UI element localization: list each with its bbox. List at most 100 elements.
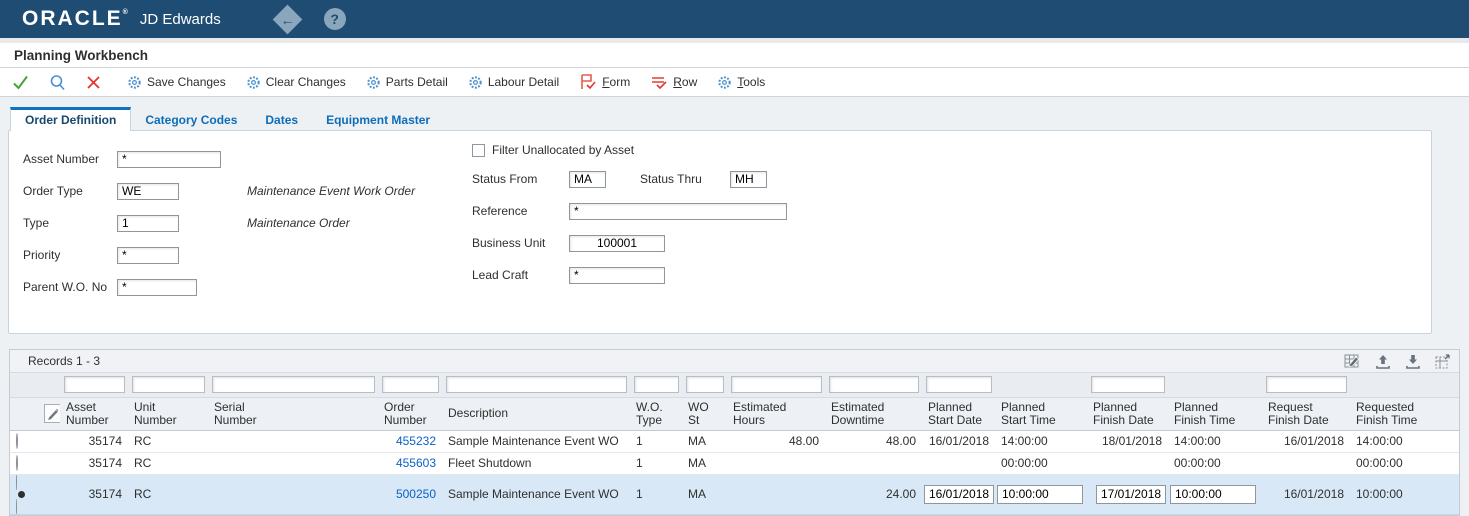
col-wo-st[interactable]: WO St [682, 397, 727, 430]
type-description: Maintenance Order [247, 216, 350, 230]
row-menu[interactable]: Row [644, 74, 703, 90]
col-asset-number[interactable]: Asset Number [60, 397, 128, 430]
parts-detail-button[interactable]: Parts Detail [360, 75, 454, 90]
status-from-field[interactable] [569, 171, 606, 188]
cancel-button[interactable] [80, 75, 107, 90]
tab-dates[interactable]: Dates [251, 109, 312, 131]
tab-order-definition[interactable]: Order Definition [10, 107, 131, 131]
col-request-finish-date[interactable]: Request Finish Date [1262, 397, 1350, 430]
cell-planned-start-date [922, 452, 995, 474]
customize-grid-icon [1344, 354, 1361, 369]
qbe-planned-start-date[interactable] [926, 376, 992, 393]
col-wo-type[interactable]: W.O. Type [630, 397, 682, 430]
col-planned-finish-date[interactable]: Planned Finish Date [1087, 397, 1168, 430]
col-estimated-downtime[interactable]: Estimated Downtime [825, 397, 922, 430]
col-planned-start-time[interactable]: Planned Start Time [995, 397, 1087, 430]
cell-description: Fleet Shutdown [442, 452, 630, 474]
expand-grid-button[interactable] [1435, 354, 1451, 369]
status-from-label: Status From [464, 172, 569, 186]
tab-category-codes[interactable]: Category Codes [131, 109, 251, 131]
planned-start-time-input[interactable] [997, 485, 1083, 504]
lead-craft-field[interactable] [569, 267, 665, 284]
cell-requested-finish-time: 00:00:00 [1350, 452, 1459, 474]
qbe-request-finish-date[interactable] [1266, 376, 1347, 393]
reference-field[interactable] [569, 203, 787, 220]
business-unit-field[interactable] [569, 235, 665, 252]
col-requested-finish-time[interactable]: Requested Finish Time [1350, 397, 1459, 430]
order-number-link[interactable]: 500250 [396, 487, 436, 501]
order-number-link[interactable]: 455232 [396, 434, 436, 448]
qbe-order-number[interactable] [382, 376, 439, 393]
row-select-radio[interactable] [16, 455, 18, 471]
cell-estimated-downtime [825, 452, 922, 474]
form-right-column: Filter Unallocated by Asset Status From … [464, 137, 787, 291]
cell-planned-start-time: 00:00:00 [995, 452, 1087, 474]
qbe-serial-number[interactable] [212, 376, 375, 393]
col-unit-number[interactable]: Unit Number [128, 397, 208, 430]
cell-description: Sample Maintenance Event WO [442, 430, 630, 452]
status-thru-field[interactable] [730, 171, 767, 188]
help-icon[interactable]: ? [324, 8, 346, 30]
cell-requested-finish-time: 10:00:00 [1350, 474, 1459, 514]
col-serial-number[interactable]: Serial Number [208, 397, 378, 430]
priority-field[interactable] [117, 247, 179, 264]
order-type-label: Order Type [9, 184, 117, 198]
col-planned-finish-time[interactable]: Planned Finish Time [1168, 397, 1262, 430]
row-select-radio[interactable] [16, 433, 18, 449]
import-grid-button[interactable] [1405, 354, 1421, 369]
col-estimated-hours[interactable]: Estimated Hours [727, 397, 825, 430]
planned-finish-date-input[interactable] [1096, 485, 1166, 504]
filter-unallocated-checkbox[interactable] [472, 144, 485, 157]
save-changes-button[interactable]: Save Changes [121, 75, 232, 90]
parent-wo-no-label: Parent W.O. No [9, 280, 117, 294]
row-menu-icon [650, 74, 668, 90]
form-menu[interactable]: Form [573, 74, 636, 90]
row-select-radio[interactable] [16, 474, 32, 514]
back-navigation-icon[interactable]: ← [272, 4, 302, 34]
type-field[interactable] [117, 215, 179, 232]
table-row-selected: 35174 RC 500250 Sample Maintenance Event… [10, 474, 1459, 514]
gear-icon [366, 75, 381, 90]
qbe-estimated-hours[interactable] [731, 376, 822, 393]
asset-number-field[interactable] [117, 151, 221, 168]
search-icon [49, 74, 66, 91]
cell-wo-st: MA [682, 430, 727, 452]
col-description[interactable]: Description [442, 397, 630, 430]
cell-planned-finish-time: 14:00:00 [1168, 430, 1262, 452]
tab-bar: Order Definition Category Codes Dates Eq… [10, 110, 1469, 131]
customize-grid-button[interactable] [1344, 354, 1361, 369]
qbe-estimated-downtime[interactable] [829, 376, 919, 393]
order-number-link[interactable]: 455603 [396, 456, 436, 470]
cell-estimated-hours [727, 452, 825, 474]
qbe-planned-finish-date[interactable] [1091, 376, 1165, 393]
export-icon [1375, 354, 1391, 369]
order-type-field[interactable] [117, 183, 179, 200]
planned-start-date-input[interactable] [924, 485, 994, 504]
tools-menu[interactable]: Tools [711, 75, 771, 90]
qbe-asset-number[interactable] [64, 376, 125, 393]
qbe-wo-st[interactable] [686, 376, 724, 393]
top-banner: ORACLE® JD Edwards ← ? [0, 0, 1469, 38]
check-icon [12, 74, 29, 91]
status-thru-label: Status Thru [640, 172, 730, 186]
export-grid-button[interactable] [1375, 354, 1391, 369]
ok-button[interactable] [6, 74, 35, 91]
cell-wo-st: MA [682, 474, 727, 514]
cell-wo-type: 1 [630, 452, 682, 474]
order-type-description: Maintenance Event Work Order [247, 184, 415, 198]
planned-finish-time-input[interactable] [1170, 485, 1256, 504]
col-order-number[interactable]: Order Number [378, 397, 442, 430]
tab-equipment-master[interactable]: Equipment Master [312, 109, 444, 131]
qbe-description[interactable] [446, 376, 627, 393]
business-unit-label: Business Unit [464, 236, 569, 250]
qbe-filter-row [10, 373, 1459, 397]
col-planned-start-date[interactable]: Planned Start Date [922, 397, 995, 430]
qbe-wo-type[interactable] [634, 376, 679, 393]
cell-estimated-hours: 48.00 [727, 430, 825, 452]
parent-wo-no-field[interactable] [117, 279, 197, 296]
find-button[interactable] [43, 74, 72, 91]
clear-changes-button[interactable]: Clear Changes [240, 75, 352, 90]
qbe-unit-number[interactable] [132, 376, 205, 393]
cell-unit-number: RC [128, 430, 208, 452]
labour-detail-button[interactable]: Labour Detail [462, 75, 565, 90]
